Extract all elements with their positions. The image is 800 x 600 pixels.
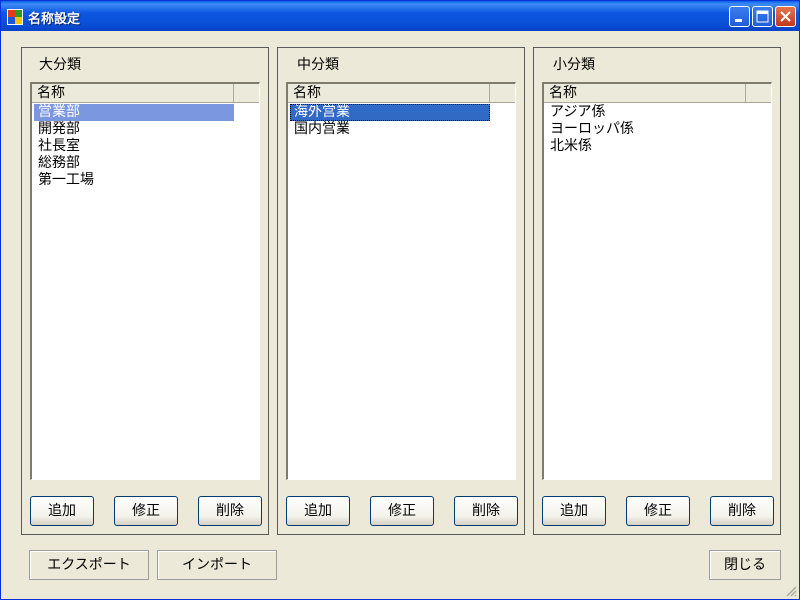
list-item[interactable]: 開発部 <box>34 121 234 138</box>
column-header-name[interactable]: 名称 <box>544 84 746 102</box>
maximize-button[interactable] <box>752 6 773 27</box>
add-button-small[interactable]: 追加 <box>542 496 606 526</box>
export-button[interactable]: エクスポート <box>29 550 149 580</box>
list-item[interactable]: 海外営業 <box>290 104 490 121</box>
group-title-large: 大分類 <box>36 54 84 74</box>
list-item[interactable]: 国内営業 <box>290 121 490 138</box>
add-button-large[interactable]: 追加 <box>30 496 94 526</box>
title-bar[interactable]: 名称設定 <box>1 1 799 31</box>
add-button-medium[interactable]: 追加 <box>286 496 350 526</box>
small-category-list[interactable]: 名称 アジア係 ヨーロッパ係 北米係 <box>542 82 772 480</box>
group-small-category: 小分類 名称 アジア係 ヨーロッパ係 北米係 追加 修正 削除 <box>533 47 781 535</box>
app-icon <box>7 9 23 25</box>
list-item[interactable]: 総務部 <box>34 155 234 172</box>
medium-category-list[interactable]: 名称 海外営業 国内営業 <box>286 82 516 480</box>
close-button[interactable]: 閉じる <box>709 550 781 580</box>
list-item[interactable]: 社長室 <box>34 138 234 155</box>
edit-button-medium[interactable]: 修正 <box>370 496 434 526</box>
resize-grip-icon[interactable] <box>785 585 797 597</box>
edit-button-small[interactable]: 修正 <box>626 496 690 526</box>
delete-button-large[interactable]: 削除 <box>198 496 262 526</box>
list-header: 名称 <box>32 84 259 103</box>
import-button[interactable]: インポート <box>157 550 277 580</box>
list-header: 名称 <box>288 84 515 103</box>
group-medium-category: 中分類 名称 海外営業 国内営業 追加 修正 削除 <box>277 47 525 535</box>
list-header: 名称 <box>544 84 771 103</box>
list-item[interactable]: 第一工場 <box>34 172 234 189</box>
window-title: 名称設定 <box>28 12 81 27</box>
group-title-small: 小分類 <box>550 54 598 74</box>
delete-button-small[interactable]: 削除 <box>710 496 774 526</box>
large-category-list[interactable]: 名称 営業部 開発部 社長室 総務部 第一工場 <box>30 82 260 480</box>
column-header-name[interactable]: 名称 <box>288 84 490 102</box>
close-icon <box>780 11 791 22</box>
minimize-icon <box>735 19 742 22</box>
close-window-button[interactable] <box>775 6 796 27</box>
maximize-icon <box>756 10 769 23</box>
delete-button-medium[interactable]: 削除 <box>454 496 518 526</box>
list-item[interactable]: 営業部 <box>34 104 234 121</box>
group-large-category: 大分類 名称 営業部 開発部 社長室 総務部 第一工場 追加 修正 削除 <box>21 47 269 535</box>
minimize-button[interactable] <box>729 6 750 27</box>
list-item[interactable]: 北米係 <box>546 138 746 155</box>
group-title-medium: 中分類 <box>294 54 342 74</box>
list-item[interactable]: ヨーロッパ係 <box>546 121 746 138</box>
column-header-name[interactable]: 名称 <box>32 84 234 102</box>
list-item[interactable]: アジア係 <box>546 104 746 121</box>
main-window: 名称設定 大分類 名称 営業部 開発部 社長室 総務部 第一工場 追加 修正 削… <box>0 0 800 600</box>
edit-button-large[interactable]: 修正 <box>114 496 178 526</box>
